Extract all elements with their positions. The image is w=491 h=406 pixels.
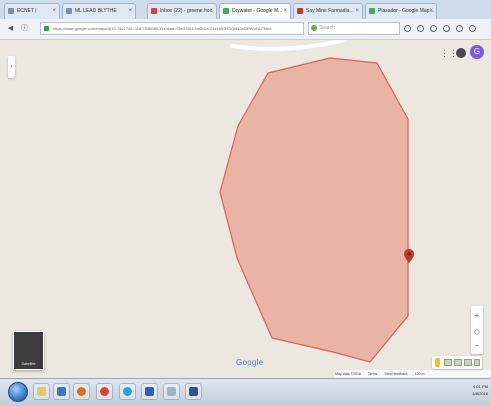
tab-label: Inbox (22) - greene.ho...	[160, 8, 214, 14]
side-panel-toggle[interactable]: ›	[8, 56, 15, 78]
close-icon[interactable]: ×	[128, 4, 132, 18]
imagery-thumb-3[interactable]	[464, 359, 472, 366]
apps-grid-icon[interactable]: ⋮⋮	[440, 48, 458, 58]
tab-label: ECNET |	[17, 8, 37, 14]
map-canvas[interactable]: › ⋮⋮ G Satellite Google + ◇ − Map data ©…	[0, 40, 491, 378]
pocket-icon[interactable]	[456, 25, 463, 32]
close-icon[interactable]: ×	[209, 4, 213, 18]
back-arrow-icon[interactable]: ◀	[6, 24, 15, 33]
close-icon[interactable]: ×	[52, 4, 56, 18]
imagery-thumb-4[interactable]	[474, 359, 480, 366]
tab-label: Plasador - Google Map...	[378, 8, 434, 14]
zoom-in-button[interactable]: +	[471, 310, 483, 322]
taskbar: 9:01 PM 4/8/2016	[0, 378, 491, 406]
tab-drywater-maps[interactable]: Drywater - Google M... ×	[219, 3, 291, 19]
terms-link[interactable]: Terms	[368, 372, 378, 376]
tab-inbox[interactable]: Inbox (22) - greene.ho... ×	[147, 3, 217, 19]
tab-favicon-icon	[297, 8, 303, 14]
word-icon[interactable]	[185, 383, 202, 400]
maps-icon	[223, 8, 229, 14]
tab-favicon-icon	[66, 8, 72, 14]
imagery-thumb-1[interactable]	[444, 359, 452, 366]
clock-date: 4/8/2016	[472, 391, 488, 396]
street-view-bar	[432, 356, 482, 369]
download-icon[interactable]	[430, 25, 437, 32]
outlook-icon[interactable]	[53, 383, 70, 400]
send-feedback-link[interactable]: Send feedback	[384, 372, 407, 376]
road-line	[230, 40, 347, 51]
satellite-toggle[interactable]: Satellite	[13, 331, 44, 370]
maps-icon	[369, 8, 375, 14]
zoom-out-button[interactable]: −	[471, 340, 483, 352]
gmail-icon	[151, 8, 157, 14]
map-data-credit: Map data ©2016	[335, 372, 361, 376]
map-overlay	[219, 40, 414, 363]
tab-favicon-icon	[8, 8, 14, 14]
compass-button[interactable]: ◇	[471, 326, 483, 338]
zoom-control: + ◇ −	[471, 306, 483, 354]
satellite-label: Satellite	[21, 361, 36, 366]
notepad-icon[interactable]	[163, 383, 180, 400]
imagery-thumb-2[interactable]	[454, 359, 462, 366]
firefox-icon[interactable]	[73, 383, 90, 400]
start-button[interactable]	[8, 382, 28, 402]
tab-say-mine[interactable]: Say Mine Farmadla... ×	[293, 3, 363, 19]
clock-time: 9:01 PM	[473, 384, 488, 389]
marker-dot	[407, 252, 411, 256]
notifications-icon[interactable]	[456, 48, 466, 58]
search-engine-icon	[311, 25, 317, 31]
menu-icon[interactable]	[469, 25, 476, 32]
shield-icon[interactable]	[443, 25, 450, 32]
skype-icon[interactable]	[119, 383, 136, 400]
tab-ml-lead[interactable]: ML LEAD BLYTHE ×	[62, 3, 136, 19]
pegman-icon[interactable]	[435, 358, 440, 367]
home-icon[interactable]	[417, 25, 424, 32]
info-icon[interactable]: ⓘ	[20, 24, 29, 33]
tab-label: ML LEAD BLYTHE	[75, 8, 117, 14]
address-bar[interactable]: https://www.google.com/maps/@33.7467748,…	[40, 22, 304, 35]
close-icon[interactable]: ×	[429, 4, 433, 18]
scale-label: 100 m	[414, 372, 425, 376]
browser-toolbar: ◀ ⓘ https://www.google.com/maps/@33.7467…	[0, 19, 491, 40]
close-icon[interactable]: ×	[283, 4, 287, 18]
tab-label: Say Mine Farmadla...	[306, 8, 354, 14]
app-icon[interactable]	[141, 383, 158, 400]
explorer-icon[interactable]	[33, 383, 50, 400]
map-footer: Map data ©2016 Terms Send feedback 100 m	[335, 370, 491, 378]
area-polygon[interactable]	[219, 57, 409, 363]
url-text: https://www.google.com/maps/@33.7467748,…	[53, 26, 272, 31]
tab-plasador-maps[interactable]: Plasador - Google Map... ×	[365, 3, 437, 19]
browser-tab-strip: ECNET | × ML LEAD BLYTHE × Inbox (22) - …	[0, 0, 491, 20]
system-tray: 9:01 PM 4/8/2016	[436, 383, 488, 403]
google-logo: Google	[236, 358, 264, 367]
tab-ecnet[interactable]: ECNET | ×	[4, 3, 60, 19]
search-placeholder: Search	[319, 25, 335, 31]
chrome-icon[interactable]	[96, 383, 113, 400]
search-input[interactable]: Search	[308, 22, 400, 35]
lock-icon	[44, 26, 49, 31]
close-icon[interactable]: ×	[355, 4, 359, 18]
star-icon[interactable]	[404, 25, 411, 32]
tab-label: Drywater - Google M...	[232, 8, 283, 14]
account-avatar[interactable]: G	[470, 45, 484, 59]
